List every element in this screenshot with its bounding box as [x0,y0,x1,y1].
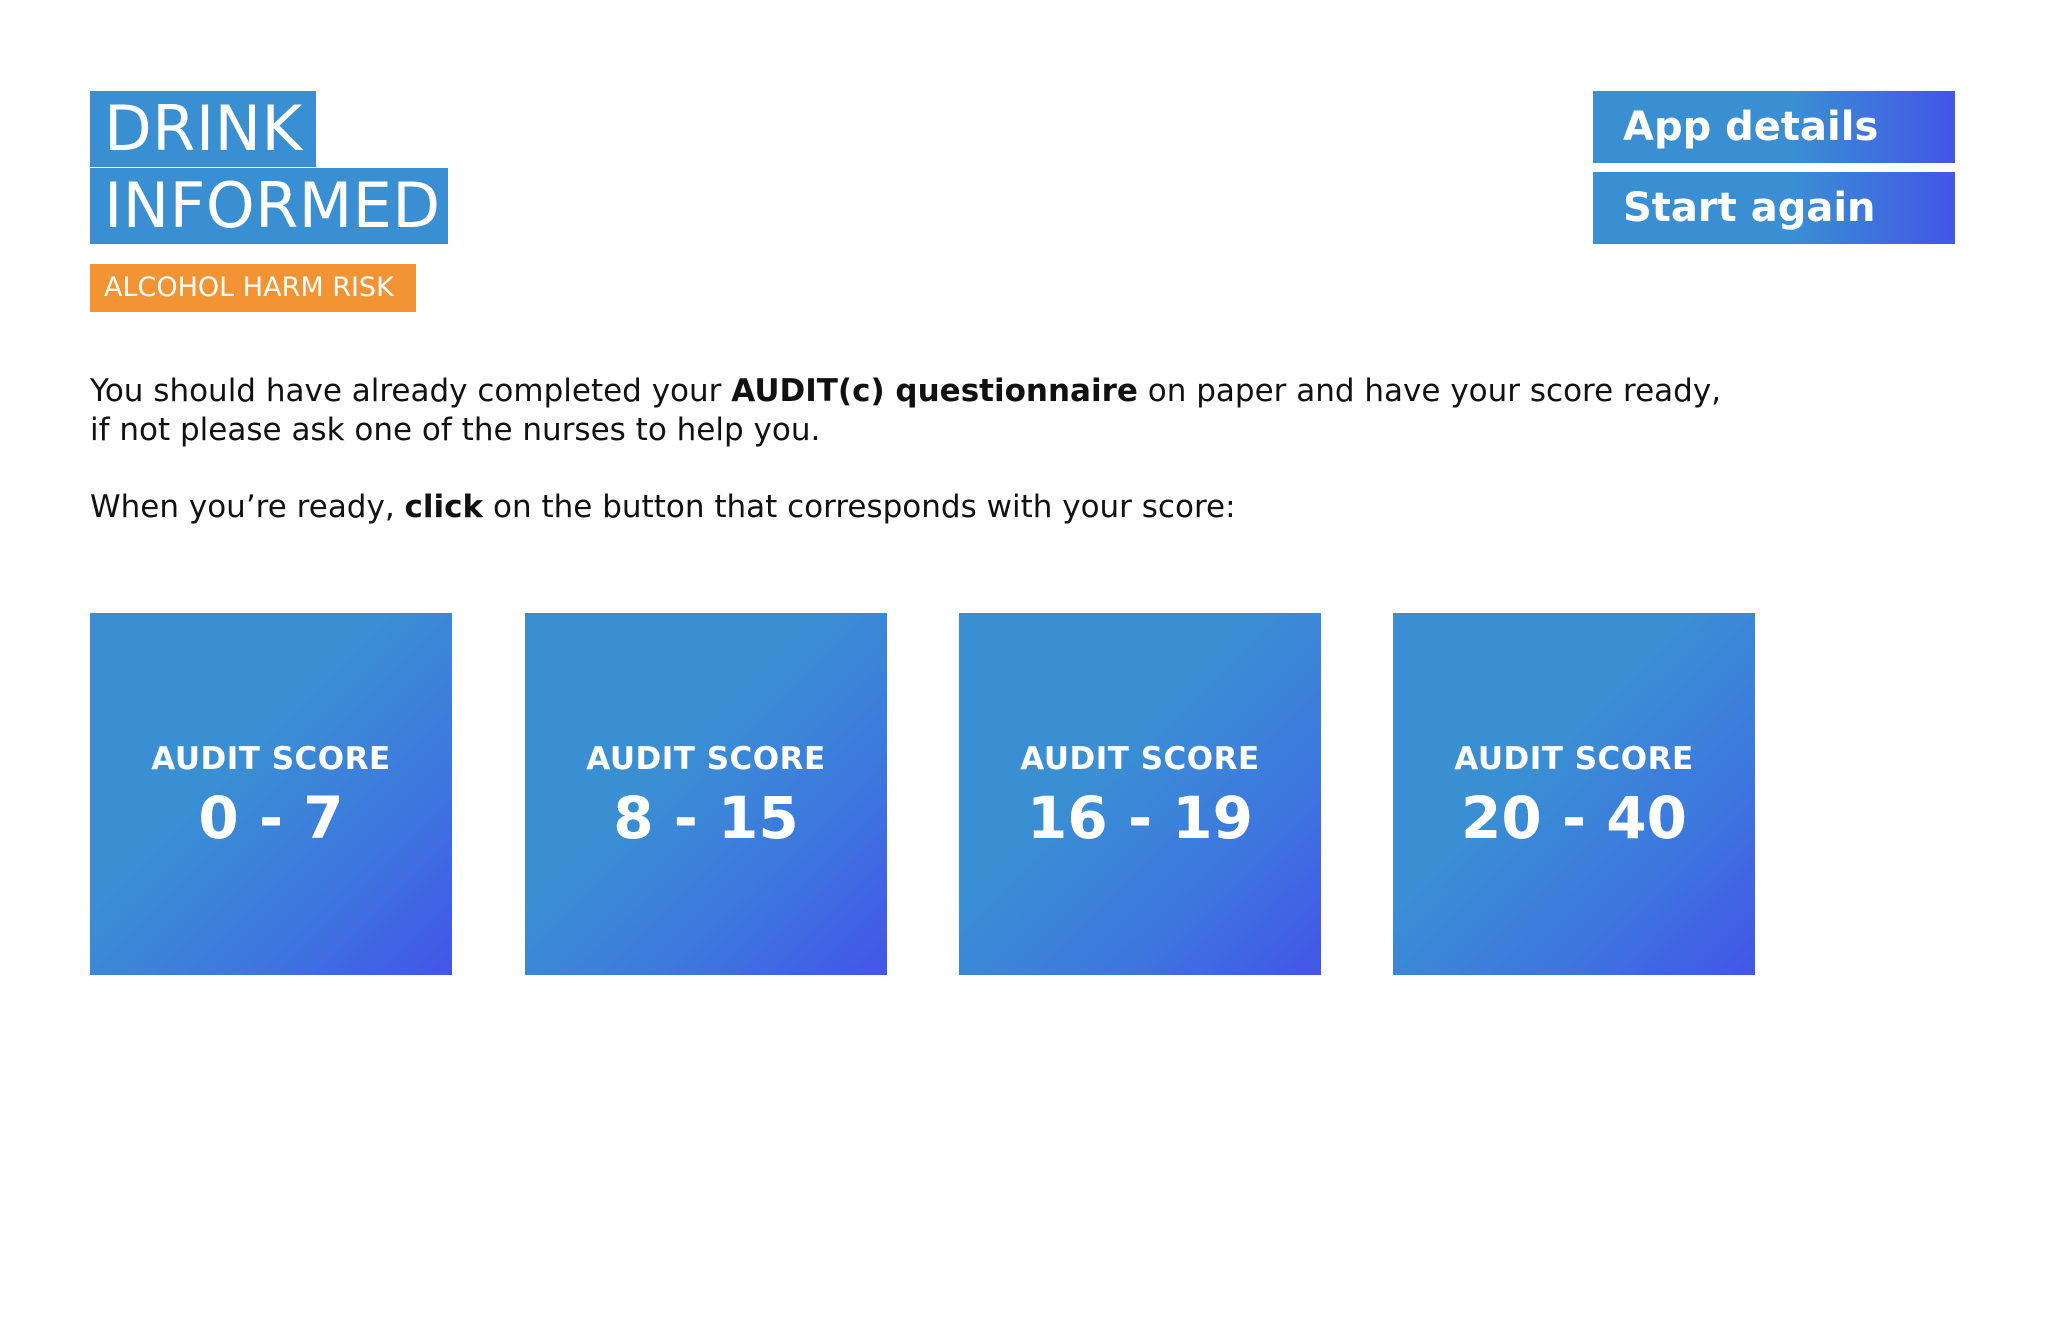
score-label: AUDIT SCORE [151,741,391,777]
instructions-text: on paper and have your score ready, [1137,373,1722,409]
instructions-text: When you’re ready, [90,489,405,525]
audit-score-8-15-button[interactable]: AUDIT SCORE 8 - 15 [525,613,887,975]
score-range: 0 - 7 [198,784,344,852]
audit-score-20-40-button[interactable]: AUDIT SCORE 20 - 40 [1393,613,1755,975]
instructions-paragraph-1: You should have already completed your A… [90,372,1790,450]
instructions-text: You should have already completed your [90,373,732,409]
instructions: You should have already completed your A… [90,372,1790,527]
logo-line-informed: INFORMED [90,168,448,244]
score-label: AUDIT SCORE [586,741,826,777]
instructions-emphasis: AUDIT(c) questionnaire [731,373,1138,409]
instructions-text: if not please ask one of the nurses to h… [90,412,821,448]
app-details-button[interactable]: App details [1593,91,1955,163]
audit-score-0-7-button[interactable]: AUDIT SCORE 0 - 7 [90,613,452,975]
score-range: 16 - 19 [1027,784,1253,852]
score-label: AUDIT SCORE [1020,741,1260,777]
instructions-text: on the button that corresponds with your… [483,489,1236,525]
logo-line-drink: DRINK [90,91,316,167]
start-again-button[interactable]: Start again [1593,172,1955,244]
score-label: AUDIT SCORE [1454,741,1694,777]
tagline-badge: ALCOHOL HARM RISK [90,264,416,312]
instructions-emphasis: click [404,489,484,525]
score-range: 20 - 40 [1461,784,1687,852]
audit-score-16-19-button[interactable]: AUDIT SCORE 16 - 19 [959,613,1321,975]
score-range: 8 - 15 [613,784,799,852]
instructions-paragraph-2: When you’re ready, click on the button t… [90,488,1790,527]
